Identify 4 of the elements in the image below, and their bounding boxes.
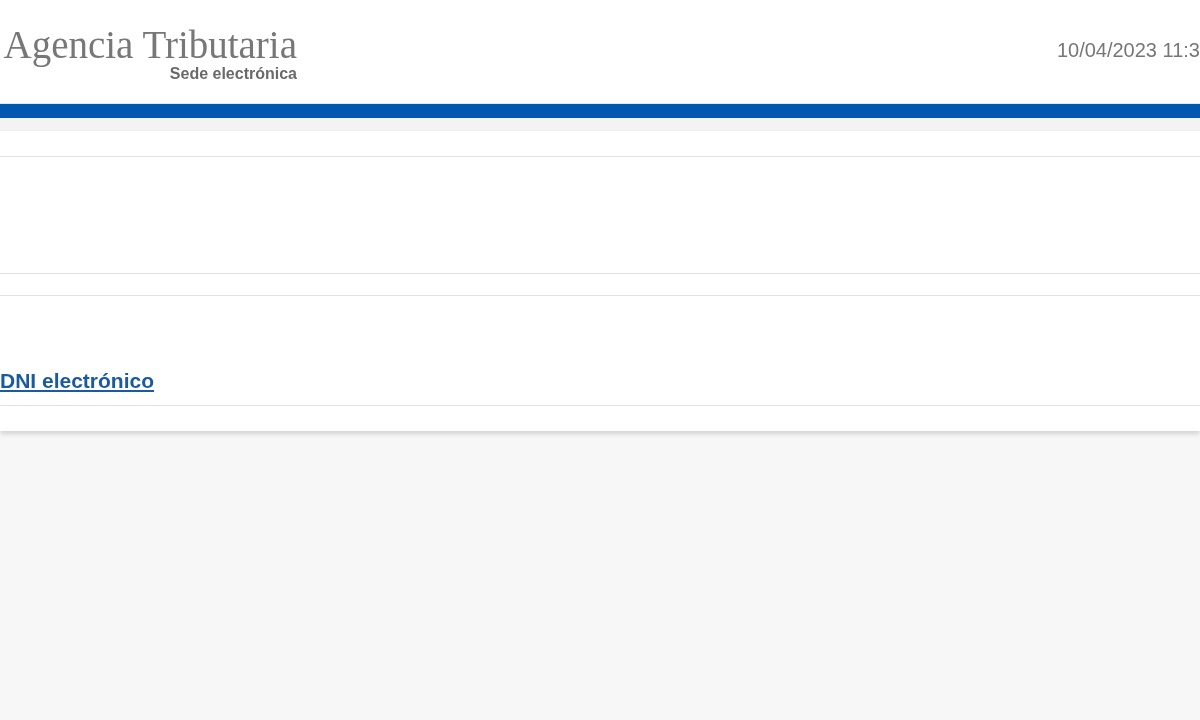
logo-title: Agencia Tributaria: [3, 25, 297, 65]
date-time: 10/04/2023 11:3: [1056, 38, 1200, 62]
logo-subtitle: Sede electrónica: [169, 65, 297, 83]
dni-link[interactable]: DNI electrónico: [0, 369, 155, 393]
